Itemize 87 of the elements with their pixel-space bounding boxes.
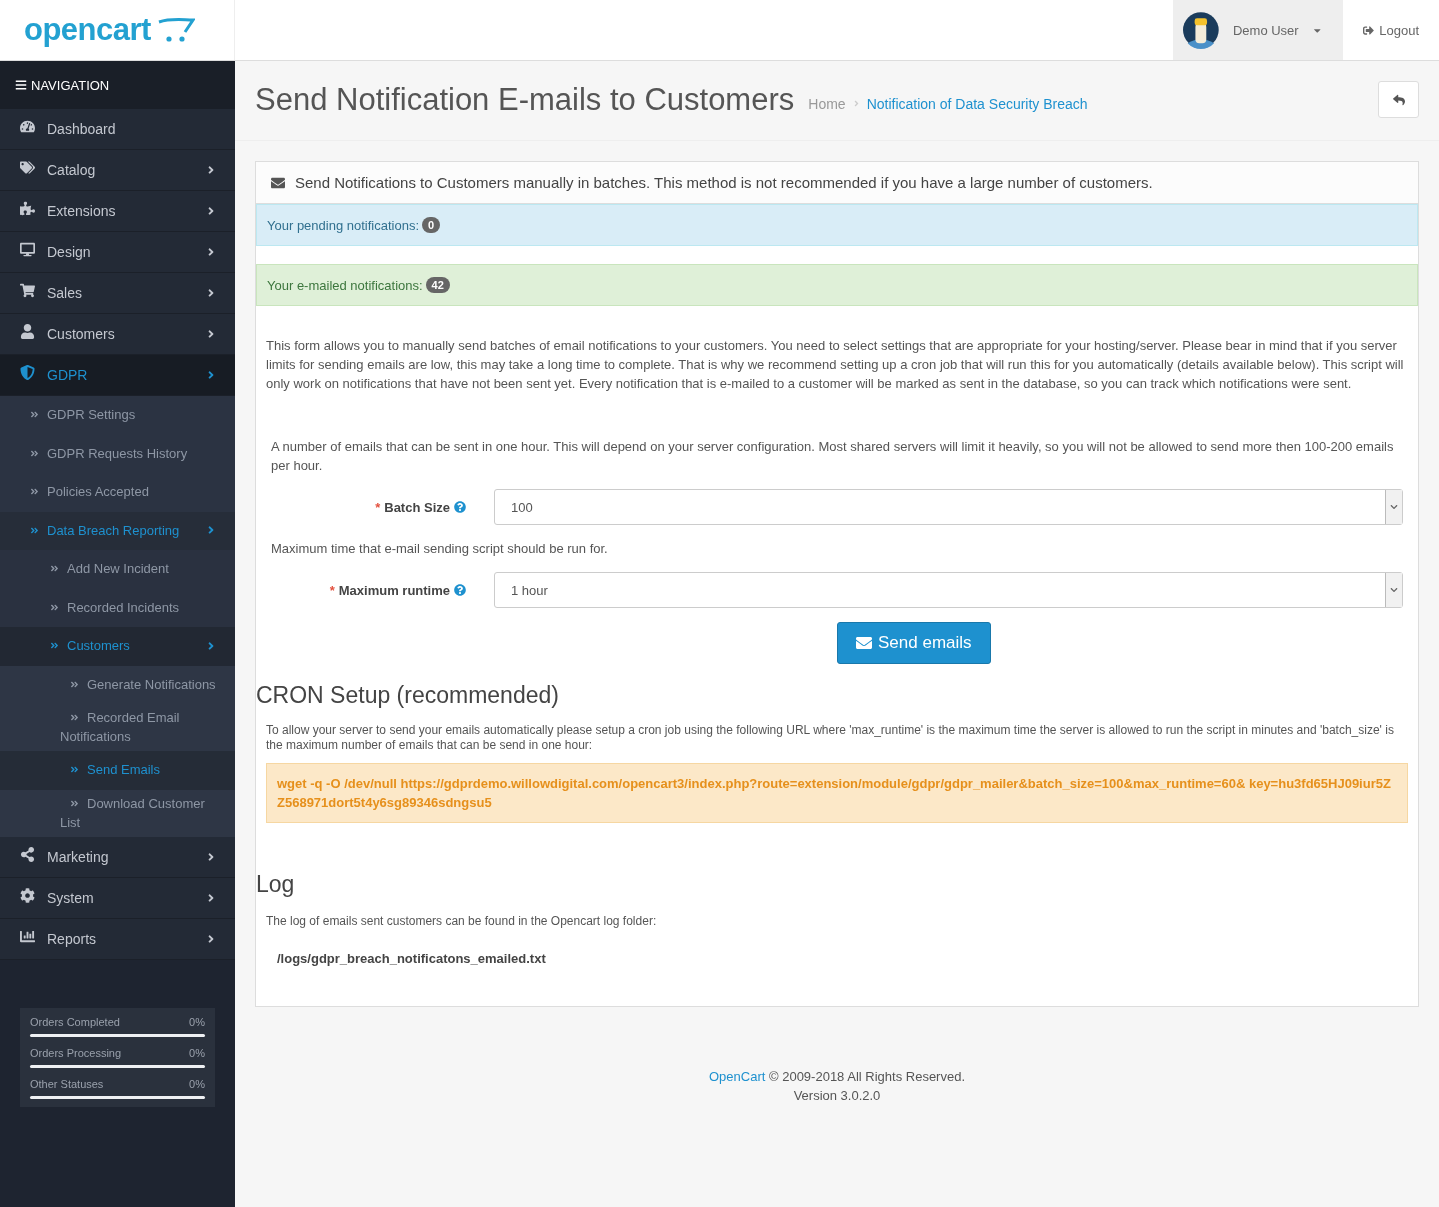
- sidebar-item[interactable]: Dashboard: [0, 109, 235, 150]
- stat-reading: 0%: [189, 1046, 205, 1059]
- stat-label: Other Statuses: [30, 1077, 104, 1090]
- sidebar-item[interactable]: System: [0, 877, 235, 919]
- sidebar-item[interactable]: Add New Incident: [0, 550, 235, 589]
- menu-icon: [20, 201, 35, 216]
- menu-icon: [20, 119, 35, 134]
- user-menu[interactable]: Demo User: [1173, 0, 1344, 60]
- sidebar-item[interactable]: Policies Accepted: [0, 473, 235, 512]
- count-badge: 0: [422, 217, 441, 233]
- sidebar-item[interactable]: Marketing: [0, 836, 235, 878]
- menu-icon: [20, 160, 35, 175]
- dropdown-icon: [1390, 586, 1398, 594]
- logo-text[interactable]: opencart: [24, 12, 151, 48]
- breadcrumb-link[interactable]: Home: [808, 95, 846, 112]
- double-chevron-icon: [50, 564, 59, 574]
- alert-text: Your e-mailed notifications:: [267, 277, 423, 293]
- double-chevron-icon: [30, 448, 39, 458]
- double-chevron-icon: [70, 798, 79, 808]
- field-label: * Batch Size: [256, 499, 466, 515]
- double-chevron-icon: [50, 641, 59, 651]
- menu-icon: [20, 324, 35, 339]
- breadcrumb-link[interactable]: Notification of Data Security Breach: [866, 95, 1088, 112]
- sidebar-item[interactable]: Recorded Incidents: [0, 588, 235, 627]
- logout-icon: [1363, 24, 1375, 36]
- sidebar-item[interactable]: Generate Notifications: [0, 665, 235, 704]
- menu-icon: [20, 928, 35, 944]
- sidebar-item[interactable]: Design: [0, 232, 235, 273]
- double-chevron-icon: [30, 487, 39, 497]
- double-chevron-icon: [30, 410, 39, 420]
- count-badge: 42: [425, 277, 450, 293]
- envelope-icon: [856, 635, 872, 651]
- help-icon[interactable]: [454, 584, 466, 596]
- double-chevron-icon: [70, 713, 79, 722]
- cron-description: To allow your server to send your emails automatically please setup a cron job using the following URL where 'max_runtime' is the maximum time the server is allowed to run the script in minutes and 'batch_size' is the maximum number of emails that can be send in one hour:: [265, 723, 1395, 753]
- envelope-icon: [271, 175, 285, 190]
- double-chevron-icon: [50, 602, 59, 612]
- sidebar-item[interactable]: Send Emails: [0, 751, 235, 790]
- section-title: CRON Setup (recommended): [256, 682, 560, 709]
- cron-command: wget -q -O /dev/null https://gdprdemo.willowdigital.com/opencart3/index.php?route=extension/module/gdpr/gdpr_mailer&batch_size=100&max_runtime=60& key=hu3fd65HJ09iur5ZZ568971dort5t4y6sg89346sdngsu5: [266, 763, 1408, 823]
- select-field[interactable]: 1 hour: [494, 572, 1403, 608]
- double-chevron-icon: [70, 679, 79, 689]
- page-title: Send Notification E-mails to Customers: [255, 81, 795, 118]
- menu-icon: [20, 242, 35, 257]
- sidebar-item[interactable]: Extensions: [0, 191, 235, 232]
- section-title: Log: [256, 871, 296, 898]
- menu-icon: [20, 887, 35, 903]
- sidebar-item[interactable]: GDPR: [0, 355, 235, 396]
- sidebar-item[interactable]: Sales: [0, 273, 235, 314]
- double-chevron-icon: [30, 525, 39, 535]
- field-help-text: Maximum time that e-mail sending script should be run for.: [270, 540, 609, 558]
- menu-icon: [20, 846, 35, 862]
- menu-icon: [15, 79, 27, 91]
- sidebar-item[interactable]: Recorded Email Notifications: [0, 704, 235, 751]
- navigation-title: NAVIGATION: [31, 77, 110, 93]
- sidebar-item[interactable]: Catalog: [0, 150, 235, 191]
- stat-label: Orders Completed: [30, 1015, 120, 1028]
- log-path: /logs/gdpr_breach_notificatons_emailed.txt: [276, 950, 547, 966]
- stat-label: Orders Processing: [30, 1046, 122, 1059]
- log-description: The log of emails sent customers can be found in the Opencart log folder:: [265, 913, 658, 930]
- help-icon[interactable]: [454, 501, 466, 513]
- menu-icon: [20, 365, 35, 380]
- field-help-text: A number of emails that can be sent in one hour. This will depend on your server configuration. Most shared servers will limit it heavily, so you will not be allowed to send more then 100-200 emails per hour.: [270, 438, 1395, 475]
- sidebar-item[interactable]: Download Customer List: [0, 789, 235, 837]
- double-chevron-icon: [70, 765, 79, 775]
- sidebar-item[interactable]: Reports: [0, 918, 235, 960]
- sidebar-item[interactable]: Data Breach Reporting: [0, 511, 235, 550]
- send-emails-button[interactable]: Send emails: [837, 622, 991, 664]
- version-text: Version 3.0.2.0: [792, 1087, 882, 1105]
- stat-reading: 0%: [189, 1077, 205, 1090]
- opencart-link[interactable]: OpenCart: [709, 1069, 766, 1084]
- sidebar-item[interactable]: Customers: [0, 627, 235, 666]
- stat-reading: 0%: [189, 1015, 205, 1028]
- sidebar-item[interactable]: GDPR Requests History: [0, 434, 235, 473]
- alert-text: Your pending notifications:: [267, 217, 420, 233]
- sidebar-item[interactable]: GDPR Settings: [0, 396, 235, 435]
- dropdown-icon: [1390, 503, 1398, 511]
- select-field[interactable]: 100: [494, 489, 1403, 525]
- copyright-text: OpenCart © 2009-2018 All Rights Reserved.: [708, 1068, 966, 1086]
- sidebar-item[interactable]: Customers: [0, 314, 235, 355]
- menu-icon: [20, 283, 35, 298]
- reply-icon: [1392, 93, 1405, 106]
- intro-text: This form allows you to manually send batches of email notifications to your customers. You need to select settings that are appropriate for your hosting/server. Please bear in mind that if you server limits for sending emails are low, this may take a long time to complete. That is why we recommend setting up a cron job that will run this for you automatically (details available below). This script will only work on notifications that have not been sent yet. Every notification that is e-mailed to a customer will be marked as sent in the database, so you can track which notifications were sent.: [265, 337, 1405, 393]
- logout-link[interactable]: Logout: [1343, 0, 1439, 60]
- panel-title: Send Notifications to Customers manually in batches. This method is not recommended if you have a large number of customers.: [295, 174, 1153, 191]
- field-label: * Maximum runtime: [256, 582, 466, 598]
- back-button[interactable]: [1378, 81, 1419, 118]
